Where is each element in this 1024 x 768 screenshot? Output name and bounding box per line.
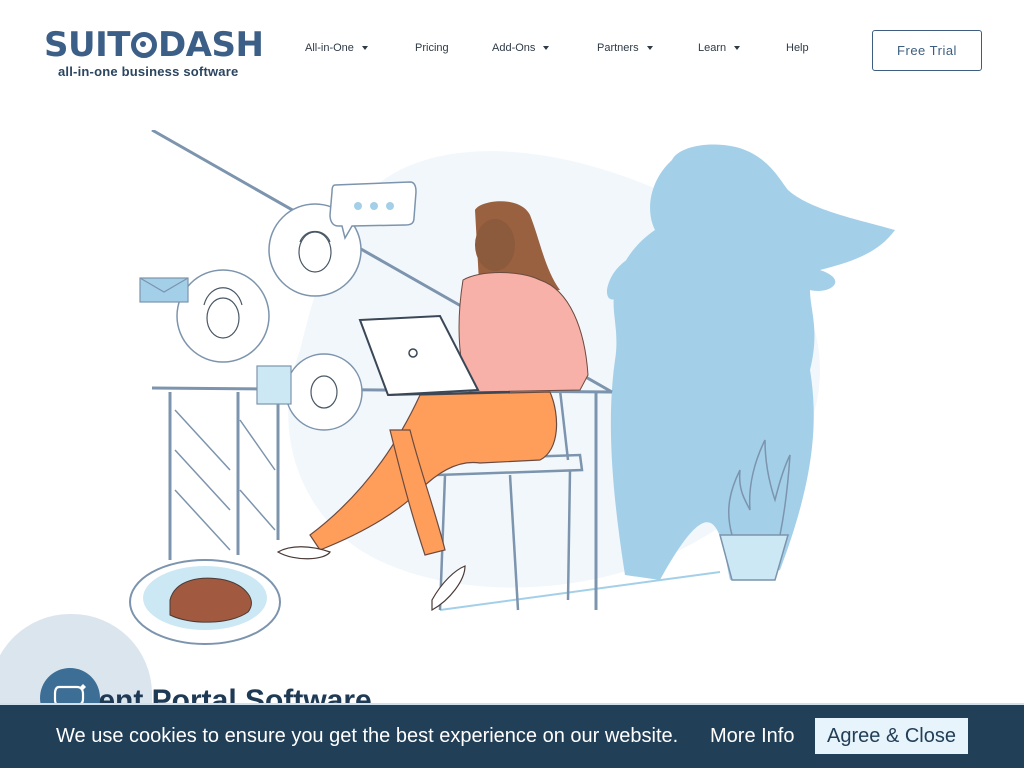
nav-label: Learn bbox=[698, 42, 727, 54]
envelope-icon-art bbox=[139, 277, 189, 303]
calendar-art bbox=[256, 365, 292, 405]
superhero-shadow bbox=[606, 144, 895, 580]
free-trial-button[interactable]: Free Trial bbox=[872, 30, 982, 71]
nav-item-add-ons[interactable]: Add-Ons bbox=[492, 42, 550, 54]
suitedash-logo[interactable]: SUIT DASH all-in-one business software bbox=[44, 28, 266, 79]
agree-close-button[interactable]: Agree & Close bbox=[815, 718, 968, 754]
caret-down-icon bbox=[543, 46, 550, 50]
nav-label: Partners bbox=[597, 42, 639, 54]
nav-item-all-in-one[interactable]: All-in-One bbox=[305, 42, 368, 54]
nav-label: Pricing bbox=[415, 42, 449, 54]
nav-label: Add-Ons bbox=[492, 42, 536, 54]
logo-tagline: all-in-one business software bbox=[58, 64, 239, 79]
nav-item-help[interactable]: Help bbox=[786, 42, 809, 54]
logo-o-mark bbox=[130, 32, 157, 58]
page: SUIT DASH all-in-one business software Al… bbox=[0, 0, 1024, 768]
nav-item-partners[interactable]: Partners bbox=[597, 42, 653, 54]
cookie-message: We use cookies to ensure you get the bes… bbox=[56, 725, 679, 747]
more-info-link[interactable]: More Info bbox=[710, 725, 794, 748]
hero-illustration bbox=[129, 130, 895, 645]
nav-label: All-in-One bbox=[305, 42, 354, 54]
logo-text-left: SUIT bbox=[44, 25, 130, 65]
nav-item-pricing[interactable]: Pricing bbox=[415, 42, 449, 54]
caret-down-icon bbox=[734, 46, 741, 50]
nav-item-learn[interactable]: Learn bbox=[698, 42, 741, 54]
logo-text-right: DASH bbox=[157, 25, 264, 65]
dog-bed bbox=[129, 559, 281, 645]
nav-label: Help bbox=[786, 42, 809, 54]
logo-wordmark: SUIT DASH bbox=[44, 28, 266, 62]
cookie-banner: We use cookies to ensure you get the bes… bbox=[0, 703, 1024, 768]
caret-down-icon bbox=[361, 46, 368, 50]
caret-down-icon bbox=[646, 46, 653, 50]
